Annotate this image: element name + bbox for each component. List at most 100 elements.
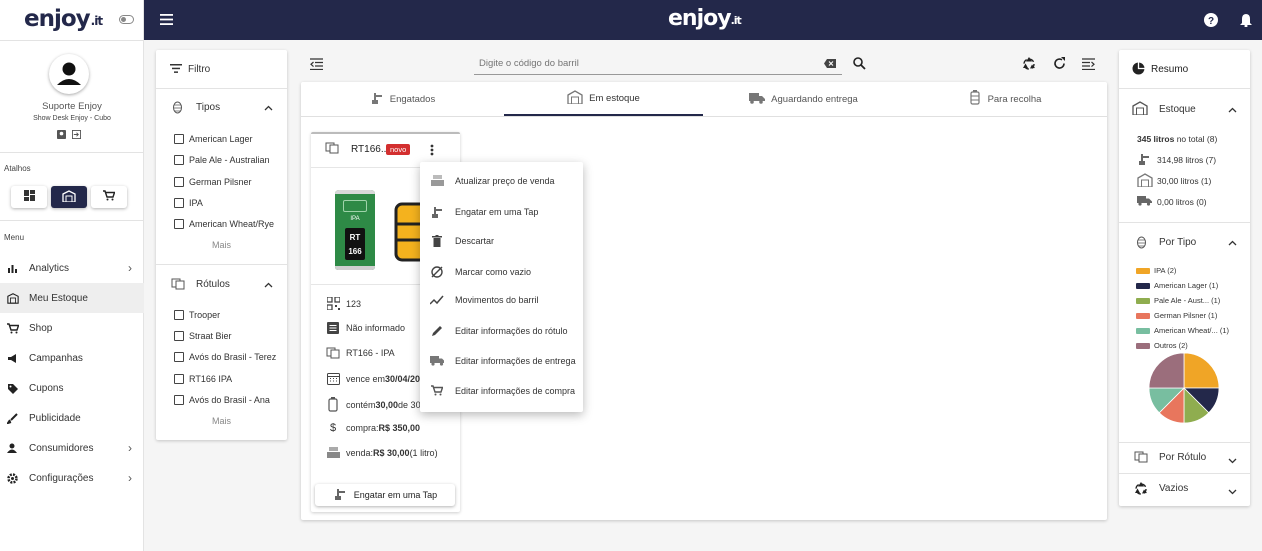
pie-slice	[1148, 352, 1185, 389]
engatar-button[interactable]: Engatar em uma Tap	[315, 484, 455, 506]
megaphone-icon	[7, 352, 19, 364]
menu-editar-entrega[interactable]: Editar informações de entrega	[430, 355, 576, 366]
register-icon	[430, 175, 444, 186]
avatar[interactable]	[49, 54, 89, 94]
empty-set-icon	[430, 265, 444, 279]
barrel-search[interactable]	[474, 53, 842, 75]
rotulo-checkbox[interactable]: Avós do Brasil - Terez	[174, 352, 276, 362]
rotulo-checkbox[interactable]: Trooper	[174, 310, 220, 320]
sidebar-item-publicidade[interactable]: Publicidade	[0, 403, 144, 433]
estoque-aguardando: 0,00 litros (0)	[1137, 195, 1207, 208]
person-icon	[7, 442, 19, 454]
profile-card-icon[interactable]	[57, 130, 66, 142]
recycle-icon[interactable]	[1021, 56, 1037, 74]
context-menu	[420, 162, 583, 412]
pencil-icon	[430, 325, 444, 337]
menu-editar-rotulo[interactable]: Editar informações do rótulo	[430, 325, 568, 337]
filter-panel: Filtro Tipos American Lager Pale Ale - A…	[156, 50, 287, 440]
atalhos-label: Atalhos	[4, 164, 31, 173]
tab-engatados[interactable]: Engatados	[301, 82, 504, 116]
collapse-left-icon[interactable]	[310, 58, 323, 73]
tipo-checkbox[interactable]: American Wheat/Rye	[174, 219, 274, 229]
trash-icon	[430, 235, 444, 247]
chevron-down-icon	[1228, 456, 1237, 467]
warehouse-icon	[1137, 173, 1153, 189]
barrel-contents: contém 30,00 de 30	[326, 397, 421, 412]
cart-icon	[430, 385, 444, 396]
search-icon[interactable]	[853, 57, 866, 73]
sidebar-item-cupons[interactable]: Cupons	[0, 373, 144, 403]
rotulos-header[interactable]: Rótulos	[156, 270, 287, 298]
estoque-header[interactable]: Estoque	[1119, 92, 1250, 124]
chevron-down-icon	[1228, 487, 1237, 498]
recycle-icon	[1133, 481, 1149, 499]
truck-icon	[749, 92, 766, 107]
chevron-up-icon	[1228, 238, 1237, 249]
tipo-checkbox[interactable]: German Pilsner	[174, 177, 252, 187]
por-tipo-header[interactable]: Por Tipo	[1119, 226, 1250, 258]
por-rotulo-header[interactable]: Por Rótulo	[1119, 444, 1250, 472]
menu-icon[interactable]	[160, 14, 173, 28]
legend-item: American Lager (1)	[1136, 281, 1218, 290]
labels-icon	[171, 278, 186, 293]
vazios-header[interactable]: Vazios	[1119, 475, 1250, 503]
barrel-name: RT166...	[351, 144, 390, 155]
sidebar-item-configuracoes[interactable]: Configurações ›	[0, 463, 144, 493]
svg-text:?: ?	[1208, 16, 1214, 27]
menu-marcar-vazio[interactable]: Marcar como vazio	[430, 265, 531, 279]
top-bar: enjoy.it ?	[144, 0, 1262, 40]
sidebar-item-meu-estoque[interactable]: Meu Estoque	[0, 283, 144, 313]
hop-icon	[1136, 235, 1147, 252]
truck-icon	[430, 355, 444, 366]
tipo-checkbox[interactable]: Pale Ale - Australian	[174, 155, 270, 165]
shortcut-dashboard[interactable]	[11, 186, 47, 208]
menu-movimentos[interactable]: Movimentos do barril	[430, 295, 539, 305]
beer-can-image: IPA RT 166	[335, 190, 375, 270]
summary-title: Resumo	[1151, 64, 1189, 75]
menu-update-price[interactable]: Atualizar preço de venda	[430, 175, 555, 186]
barrel-code: 123	[326, 297, 361, 310]
rotulo-checkbox[interactable]: Avós do Brasil - Ana	[174, 395, 270, 405]
menu-descartar[interactable]: Descartar	[430, 235, 494, 247]
help-icon[interactable]: ?	[1204, 13, 1218, 30]
tipo-checkbox[interactable]: American Lager	[174, 134, 253, 144]
menu-engatar[interactable]: Engatar em uma Tap	[430, 205, 538, 219]
tipos-more-link[interactable]: Mais	[156, 240, 287, 250]
tag-icon	[7, 382, 19, 394]
refresh-icon[interactable]	[1053, 57, 1066, 73]
rotulos-more-link[interactable]: Mais	[156, 416, 287, 426]
sidebar-item-consumidores[interactable]: Consumidores ›	[0, 433, 144, 463]
brush-icon	[7, 412, 19, 424]
barrel-expiry: vence em 30/04/20	[326, 372, 420, 385]
rotulo-checkbox[interactable]: Straat Bier	[174, 331, 232, 341]
sidebar-item-campanhas[interactable]: Campanhas	[0, 343, 144, 373]
theme-toggle[interactable]	[119, 15, 134, 24]
tipos-header[interactable]: Tipos	[156, 92, 287, 120]
tab-aguardando-entrega[interactable]: Aguardando entrega	[703, 82, 904, 116]
logout-icon[interactable]	[72, 130, 81, 142]
estoque-em-estoque: 30,00 litros (1)	[1137, 173, 1211, 189]
more-vert-icon[interactable]	[430, 144, 434, 159]
tap-icon	[430, 205, 444, 219]
shortcut-estoque[interactable]	[51, 186, 87, 208]
clear-input-icon[interactable]	[824, 59, 836, 71]
notifications-icon[interactable]	[1240, 13, 1252, 30]
tab-para-recolha[interactable]: Para recolha	[904, 82, 1107, 116]
cart-icon	[103, 190, 116, 204]
rotulo-checkbox[interactable]: RT166 IPA	[174, 374, 232, 384]
tab-em-estoque[interactable]: Em estoque	[504, 82, 703, 116]
legend-item: American Wheat/... (1)	[1136, 326, 1229, 335]
tipo-checkbox[interactable]: IPA	[174, 198, 203, 208]
bar-chart-icon	[7, 262, 19, 274]
sidebar: enjoy.it Suporte Enjoy Show Desk Enjoy -…	[0, 0, 144, 551]
sidebar-item-shop[interactable]: Shop	[0, 313, 144, 343]
search-input[interactable]	[474, 53, 814, 73]
shortcut-shop[interactable]	[91, 186, 127, 208]
sidebar-item-analytics[interactable]: Analytics ›	[0, 253, 144, 283]
menu-editar-compra[interactable]: Editar informações de compra	[430, 385, 575, 396]
register-icon	[326, 447, 340, 458]
user-place: Show Desk Enjoy - Cubo	[33, 115, 111, 122]
warehouse-icon	[7, 292, 19, 304]
collapse-right-icon[interactable]	[1082, 58, 1095, 73]
logo: enjoy.it	[24, 6, 103, 32]
